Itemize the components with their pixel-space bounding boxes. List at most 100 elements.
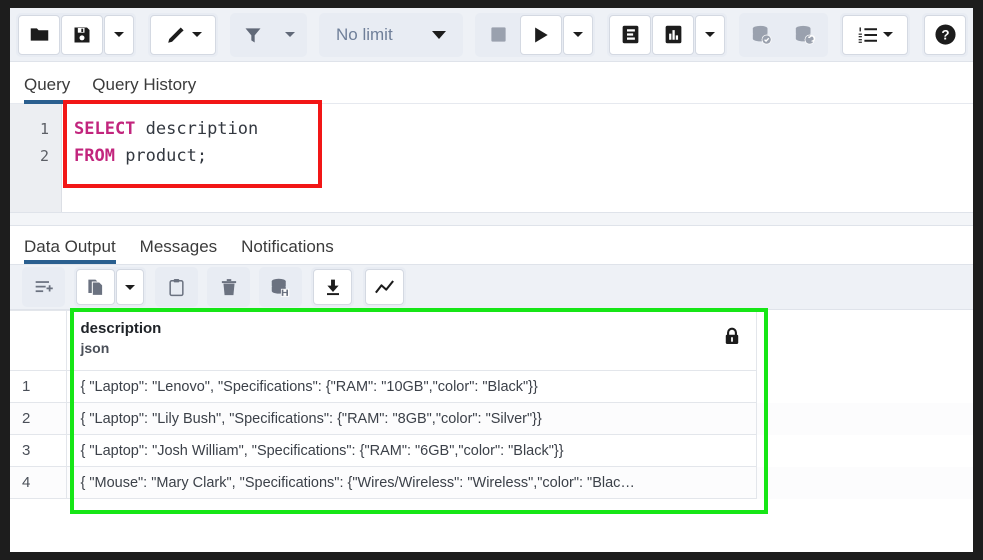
macros-button-group bbox=[840, 13, 910, 57]
database-save-icon bbox=[270, 277, 291, 298]
column-header-description[interactable]: description json bbox=[66, 311, 756, 371]
chevron-down-icon bbox=[114, 32, 124, 37]
copy-button[interactable] bbox=[76, 269, 115, 305]
delete-row-button[interactable] bbox=[209, 269, 248, 305]
tab-query[interactable]: Query bbox=[24, 75, 70, 103]
add-row-button[interactable] bbox=[24, 269, 63, 305]
row-number-header bbox=[10, 311, 66, 371]
result-grid-container: description json bbox=[10, 310, 973, 540]
graph-visualiser-button[interactable] bbox=[365, 269, 404, 305]
grid-filler-header bbox=[756, 311, 973, 371]
help-button-group: ? bbox=[922, 13, 968, 57]
query-toolbar: No limit bbox=[10, 8, 973, 62]
download-icon bbox=[324, 278, 342, 297]
sql-line-1: SELECT description bbox=[74, 116, 973, 143]
filter-button[interactable] bbox=[232, 15, 274, 55]
download-button[interactable] bbox=[313, 269, 352, 305]
save-file-button[interactable] bbox=[61, 15, 103, 55]
clipboard-icon bbox=[167, 278, 186, 297]
chevron-down-icon bbox=[432, 31, 446, 39]
chevron-down-icon bbox=[192, 32, 202, 37]
explain-button[interactable] bbox=[609, 15, 651, 55]
table-row[interactable]: 1 { "Laptop": "Lenovo", "Specifications"… bbox=[10, 371, 973, 403]
cell-description[interactable]: { "Laptop": "Lenovo", "Specifications": … bbox=[66, 371, 756, 403]
play-icon bbox=[531, 25, 551, 45]
row-number: 4 bbox=[10, 467, 66, 499]
column-type: json bbox=[81, 339, 744, 358]
svg-text:?: ? bbox=[941, 28, 949, 43]
save-data-group bbox=[259, 267, 302, 307]
execute-options-dropdown[interactable] bbox=[563, 15, 593, 55]
table-row[interactable]: 2 { "Laptop": "Lily Bush", "Specificatio… bbox=[10, 403, 973, 435]
edit-button[interactable] bbox=[150, 15, 216, 55]
result-grid-body: 1 { "Laptop": "Lenovo", "Specifications"… bbox=[10, 371, 973, 499]
edit-button-group bbox=[148, 13, 218, 57]
tab-query-history[interactable]: Query History bbox=[92, 75, 196, 103]
sql-code-area[interactable]: SELECT description FROM product; bbox=[62, 104, 973, 212]
row-number: 3 bbox=[10, 435, 66, 467]
table-row[interactable]: 3 { "Laptop": "Josh William", "Specifica… bbox=[10, 435, 973, 467]
row-number: 2 bbox=[10, 403, 66, 435]
copy-icon bbox=[86, 278, 105, 297]
paste-button[interactable] bbox=[157, 269, 196, 305]
result-grid-head: description json bbox=[10, 311, 973, 371]
macros-button[interactable] bbox=[842, 15, 908, 55]
result-grid: description json bbox=[10, 310, 973, 499]
tab-messages[interactable]: Messages bbox=[140, 237, 217, 264]
data-output-toolbar bbox=[10, 264, 973, 310]
explain-e-icon bbox=[620, 24, 641, 45]
database-rollback-icon bbox=[794, 24, 816, 46]
sql-keyword: SELECT bbox=[74, 119, 135, 139]
cell-description[interactable]: { "Mouse": "Mary Clark", "Specifications… bbox=[66, 467, 756, 499]
help-button[interactable]: ? bbox=[924, 15, 966, 55]
tab-data-output[interactable]: Data Output bbox=[24, 237, 116, 264]
save-data-changes-button[interactable] bbox=[261, 269, 300, 305]
sql-editor[interactable]: 1 2 SELECT description FROM product; bbox=[10, 104, 973, 212]
delete-group bbox=[207, 267, 250, 307]
tab-notifications[interactable]: Notifications bbox=[241, 237, 334, 264]
download-group bbox=[311, 267, 354, 307]
copy-options-dropdown[interactable] bbox=[116, 269, 144, 305]
stop-square-icon bbox=[489, 25, 508, 44]
chevron-down-icon bbox=[125, 285, 135, 290]
row-limit-select[interactable]: No limit bbox=[321, 15, 461, 55]
row-limit-group: No limit bbox=[319, 13, 463, 57]
chevron-down-icon bbox=[883, 32, 893, 37]
trash-icon bbox=[220, 278, 238, 297]
panel-splitter[interactable] bbox=[10, 212, 973, 226]
query-tab-bar: Query Query History bbox=[10, 62, 973, 104]
analyze-button[interactable] bbox=[652, 15, 694, 55]
chevron-down-icon bbox=[573, 32, 583, 37]
execute-button[interactable] bbox=[520, 15, 562, 55]
column-name: description bbox=[81, 319, 744, 339]
editor-line-number-gutter: 1 2 bbox=[10, 104, 62, 212]
stop-button[interactable] bbox=[477, 15, 519, 55]
result-grid-header-row: description json bbox=[10, 311, 973, 371]
transaction-button-group bbox=[739, 13, 828, 57]
grid-empty-area bbox=[10, 499, 973, 539]
grid-filler-cell bbox=[756, 403, 973, 435]
folder-icon bbox=[29, 24, 50, 45]
explain-options-dropdown[interactable] bbox=[695, 15, 725, 55]
add-row-group bbox=[22, 267, 65, 307]
grid-filler-cell bbox=[756, 435, 973, 467]
copy-group bbox=[74, 267, 146, 307]
cell-description[interactable]: { "Laptop": "Lily Bush", "Specifications… bbox=[66, 403, 756, 435]
filter-button-group bbox=[230, 13, 307, 57]
line-number: 2 bbox=[10, 143, 49, 170]
cell-description[interactable]: { "Laptop": "Josh William", "Specificati… bbox=[66, 435, 756, 467]
add-row-icon bbox=[34, 277, 54, 297]
row-limit-value: No limit bbox=[336, 25, 393, 45]
grid-filler-cell bbox=[756, 371, 973, 403]
save-options-dropdown[interactable] bbox=[104, 15, 134, 55]
open-file-button[interactable] bbox=[18, 15, 60, 55]
execute-button-group bbox=[475, 13, 595, 57]
sql-identifier: product; bbox=[115, 146, 207, 166]
rollback-button[interactable] bbox=[784, 15, 826, 55]
table-row[interactable]: 4 { "Mouse": "Mary Clark", "Specificatio… bbox=[10, 467, 973, 499]
commit-button[interactable] bbox=[741, 15, 783, 55]
filter-options-dropdown[interactable] bbox=[275, 15, 305, 55]
line-graph-icon bbox=[374, 278, 395, 297]
numbered-list-icon bbox=[857, 26, 879, 44]
chevron-down-icon bbox=[285, 32, 295, 37]
